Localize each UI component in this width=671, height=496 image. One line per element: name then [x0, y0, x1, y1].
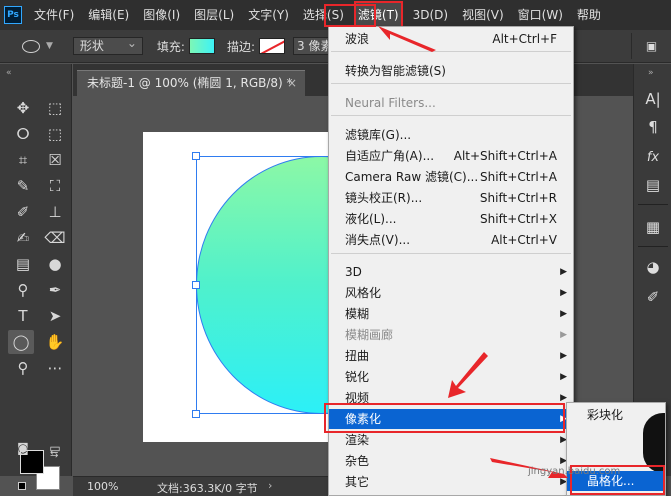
menu-item-stylize[interactable]: 风格化 ▶	[329, 283, 573, 303]
panel-separator	[638, 246, 668, 247]
quick-mask-icon[interactable]: ◙	[10, 436, 36, 460]
fill-swatch[interactable]	[188, 38, 215, 54]
lasso-icon[interactable]: ⵔ	[10, 122, 36, 146]
menu-item-render[interactable]: 渲染 ▶	[329, 430, 573, 450]
photoshop-logo-icon: Ps	[4, 6, 22, 24]
document-tab-title: 未标题-1 @ 100% (椭圆 1, RGB/8) *	[87, 76, 293, 90]
brush-icon[interactable]: ✐	[10, 200, 36, 224]
document-tab[interactable]: 未标题-1 @ 100% (椭圆 1, RGB/8) * ×	[77, 70, 305, 96]
submenu-overlay	[643, 413, 665, 473]
spot-heal-icon[interactable]: ⛶	[42, 174, 68, 198]
gradient-icon[interactable]: ▤	[10, 252, 36, 276]
menu-item-convert-smart-filter[interactable]: 转换为智能滤镜(S)	[329, 61, 573, 81]
screen-mode-icon[interactable]: ▭	[42, 436, 68, 460]
tools-panel: « ✥ ⬚ ⵔ ⬚ ⌗ ☒ ✎ ⛶ ✐ ⊥ ✍ ⌫ ▤ ● ⚲ ✒ T ➤ ◯ …	[0, 64, 72, 490]
menu-item-filter-gallery[interactable]: 滤镜库(G)...	[329, 125, 573, 145]
chevron-down-icon[interactable]: ▼	[46, 41, 53, 51]
character-icon[interactable]: A|	[641, 88, 665, 110]
menu-item-3d[interactable]: 3D ▶	[329, 262, 573, 282]
menu-edit[interactable]: 编辑(E)	[86, 3, 131, 27]
menu-item-blur[interactable]: 模糊 ▶	[329, 304, 573, 324]
transform-handle[interactable]	[192, 152, 200, 160]
menu-item-adaptive-wide-angle[interactable]: 自适应广角(A)... Alt+Shift+Ctrl+A	[329, 146, 573, 166]
workspace-icon[interactable]: ▣	[631, 33, 671, 59]
menu-item-wave[interactable]: 波浪 Alt+Ctrl+F	[329, 29, 573, 49]
chevron-right-icon: ▶	[560, 267, 567, 277]
history-brush-icon[interactable]: ✍	[10, 226, 36, 250]
menu-type[interactable]: 文字(Y)	[246, 3, 291, 27]
blur-icon[interactable]: ●	[42, 252, 68, 276]
annotation-box	[324, 403, 565, 433]
document-info: 文档:363.3K/0 字节	[157, 482, 258, 495]
menu-item-liquify[interactable]: 液化(L)... Shift+Ctrl+X	[329, 209, 573, 229]
menu-layer[interactable]: 图层(L)	[192, 3, 236, 27]
transform-handle[interactable]	[192, 410, 200, 418]
dodge-icon[interactable]: ⚲	[10, 278, 36, 302]
move-icon[interactable]: ✥	[10, 96, 36, 120]
menu-item-camera-raw[interactable]: Camera Raw 滤镜(C)... Shift+Ctrl+A	[329, 167, 573, 187]
menu-file[interactable]: 文件(F)	[32, 3, 76, 27]
paragraph-icon[interactable]: ¶	[641, 116, 665, 138]
stroke-swatch[interactable]	[259, 38, 286, 54]
eyedropper-icon[interactable]: ✎	[10, 174, 36, 198]
annotation-arrow	[448, 352, 488, 398]
fx-icon[interactable]: fx	[641, 146, 665, 168]
tool-mode-select[interactable]: 形状	[72, 35, 143, 55]
chevron-right-icon: ▶	[560, 351, 567, 361]
menu-item-neural-filters[interactable]: Neural Filters...	[329, 93, 573, 113]
stroke-label: 描边:	[226, 39, 256, 54]
chevron-right-icon: ▶	[560, 372, 567, 382]
eraser-icon[interactable]: ⌫	[42, 226, 68, 250]
palette-icon[interactable]: ◕	[641, 256, 665, 278]
menu-item-vanishing-point[interactable]: 消失点(V)... Alt+Ctrl+V	[329, 230, 573, 250]
collapse-icon[interactable]: »	[648, 68, 654, 78]
path-select-icon[interactable]: ➤	[42, 304, 68, 328]
close-icon[interactable]: ×	[287, 71, 297, 95]
zoom-icon[interactable]: ⚲	[10, 356, 36, 380]
menu-help[interactable]: 帮助	[575, 3, 603, 27]
zoom-level[interactable]: 100%	[87, 480, 118, 493]
fill-label: 填充:	[156, 39, 185, 54]
grid-icon[interactable]: ▦	[641, 216, 665, 238]
menu-window[interactable]: 窗口(W)	[516, 3, 565, 27]
chevron-right-icon: ▶	[560, 330, 567, 340]
menu-item-lens-correction[interactable]: 镜头校正(R)... Shift+Ctrl+R	[329, 188, 573, 208]
chevron-right-icon: ▶	[560, 309, 567, 319]
menu-item-blur-gallery[interactable]: 模糊画廊 ▶	[329, 325, 573, 345]
transform-handle[interactable]	[192, 281, 200, 289]
default-colors-icon[interactable]	[18, 482, 26, 490]
panel-separator	[638, 204, 668, 205]
crop-icon[interactable]: ⌗	[10, 148, 36, 172]
marquee-icon[interactable]: ⬚	[42, 96, 68, 120]
chevron-right-icon: ▶	[560, 288, 567, 298]
object-select-icon[interactable]: ⬚	[42, 122, 68, 146]
stamp-icon[interactable]: ⊥	[42, 200, 68, 224]
chevron-right-icon[interactable]: ›	[268, 479, 272, 492]
hand-icon[interactable]: ✋	[42, 330, 68, 354]
ellipse-icon[interactable]: ◯	[8, 330, 34, 354]
ellipse-preset-icon[interactable]	[22, 39, 40, 53]
collapse-icon[interactable]: «	[6, 68, 12, 78]
menu-image[interactable]: 图像(I)	[141, 3, 182, 27]
annotation-box	[324, 4, 376, 27]
more-icon[interactable]: ⋯	[42, 356, 68, 380]
frame-icon[interactable]: ☒	[42, 148, 68, 172]
pen-icon[interactable]: ✒	[42, 278, 68, 302]
watermark-text: jingyan.baidu.com	[528, 466, 621, 477]
type-icon[interactable]: T	[10, 304, 36, 328]
book-icon[interactable]: ▤	[641, 174, 665, 196]
annotation-arrow	[378, 26, 436, 52]
menu-view[interactable]: 视图(V)	[460, 3, 506, 27]
brush-settings-icon[interactable]: ✐	[641, 286, 665, 308]
